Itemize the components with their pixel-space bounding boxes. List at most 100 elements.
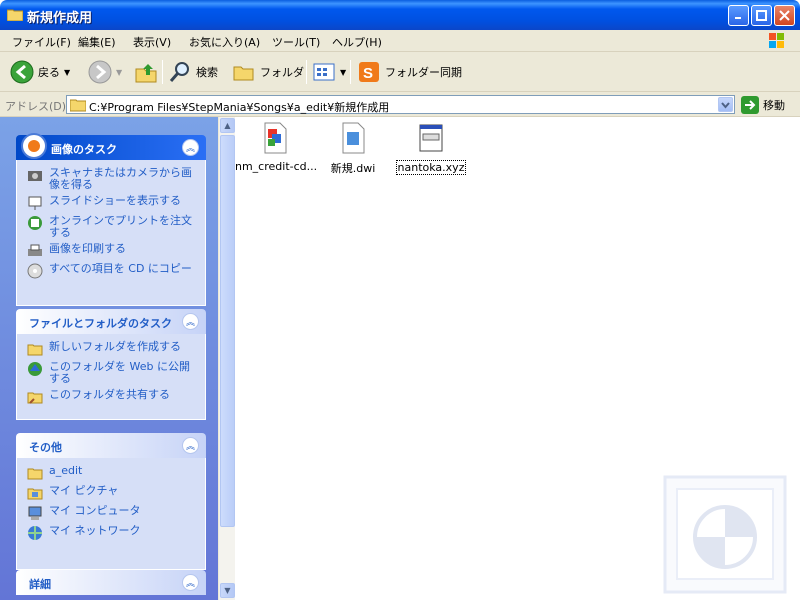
forward-arrow-icon [88, 60, 112, 84]
menu-bar: ファイル(F) 編集(E) 表示(V) お気に入り(A) ツール(T) ヘルプ(… [0, 30, 800, 52]
file-name: nantoka.xyz [395, 160, 467, 175]
maximize-button[interactable] [751, 5, 772, 26]
task-label: スキャナまたはカメラから画像を得る [49, 166, 192, 191]
online-print-icon [28, 216, 42, 230]
task-pane: 画像のタスク ︽ スキャナまたはカメラから画像を得る スライドショーを表示する … [0, 117, 220, 600]
scroll-thumb[interactable] [220, 135, 235, 527]
details-panel: 詳細 ︽ [16, 570, 206, 595]
search-icon [169, 62, 189, 82]
folder-sync-label: フォルダー同期 [385, 66, 462, 79]
new-folder-icon [27, 344, 43, 356]
task-print[interactable]: 画像を印刷する [27, 243, 195, 259]
publish-web-icon [28, 362, 42, 376]
file-tasks-title: ファイルとフォルダのタスク [29, 317, 172, 330]
views-icon [313, 63, 335, 81]
task-label: このフォルダを Web に公開する [49, 360, 190, 385]
go-arrow-icon [741, 96, 759, 114]
file-item[interactable]: 新規.dwi [313, 121, 393, 176]
my-pictures-icon [27, 488, 43, 500]
window-title: 新規作成用 [27, 11, 93, 26]
generic-file-icon [419, 124, 443, 152]
collapse-chevron-icon[interactable]: ︽ [182, 139, 199, 156]
picture-tasks-header[interactable]: 画像のタスク ︽ [16, 133, 206, 160]
menu-view[interactable]: 表示(V) [133, 34, 171, 50]
search-button[interactable]: 検索 [168, 60, 218, 84]
maximize-icon [756, 10, 767, 21]
folders-label: フォルダ [260, 66, 304, 79]
camera-icon [28, 171, 42, 181]
task-publish-web[interactable]: このフォルダを Web に公開する [27, 361, 195, 385]
task-copy-cd[interactable]: すべての項目を CD にコピー [27, 263, 195, 279]
task-slideshow[interactable]: スライドショーを表示する [27, 195, 195, 211]
place-my-computer[interactable]: マイ コンピュータ [27, 505, 195, 521]
address-dropdown-button[interactable] [718, 97, 733, 112]
address-bar: アドレス(D) C:¥Program Files¥StepMania¥Songs… [0, 92, 800, 117]
chevron-down-icon [721, 102, 730, 109]
file-item[interactable]: nantoka.xyz [391, 121, 471, 175]
folder-sync-icon: S [359, 62, 379, 82]
title-bar[interactable]: 新規作成用 [0, 0, 800, 30]
menu-help[interactable]: ヘルプ(H) [332, 34, 382, 50]
menu-tools[interactable]: ツール(T) [272, 34, 320, 50]
file-tasks-panel: ファイルとフォルダのタスク ︽ 新しいフォルダを作成する このフォルダを Web… [16, 309, 206, 420]
share-folder-icon [27, 392, 43, 404]
minimize-button[interactable] [728, 5, 749, 26]
image-file-icon [264, 122, 287, 154]
menu-edit[interactable]: 編集(E) [78, 34, 116, 50]
task-get-pictures[interactable]: スキャナまたはカメラから画像を得る [27, 167, 195, 191]
place-my-network[interactable]: マイ ネットワーク [27, 525, 195, 541]
picture-folder-watermark-icon [663, 475, 787, 594]
collapse-chevron-icon[interactable]: ︽ [182, 574, 199, 591]
picture-tasks-body: スキャナまたはカメラから画像を得る スライドショーを表示する オンラインでプリン… [16, 160, 206, 306]
chevron-down-icon: ▼ [116, 67, 123, 77]
folder-sync-button[interactable]: S フォルダー同期 [357, 60, 462, 84]
collapse-chevron-icon[interactable]: ︽ [182, 313, 199, 330]
task-pane-scrollbar[interactable]: ▲ ▼ [218, 117, 235, 600]
go-button[interactable]: 移動 [741, 96, 785, 114]
picture-tasks-panel: 画像のタスク ︽ スキャナまたはカメラから画像を得る スライドショーを表示する … [16, 133, 206, 306]
cd-icon [27, 263, 43, 279]
close-button[interactable] [774, 5, 795, 26]
scroll-up-button[interactable]: ▲ [220, 118, 235, 133]
task-label: マイ ピクチャ [49, 484, 119, 497]
address-input[interactable]: C:¥Program Files¥StepMania¥Songs¥a_edit¥… [66, 95, 735, 114]
other-places-header[interactable]: その他 ︽ [16, 433, 206, 458]
slideshow-icon [28, 196, 42, 210]
back-label: 戻る [38, 66, 60, 79]
task-label: マイ コンピュータ [49, 504, 141, 517]
scroll-down-button[interactable]: ▼ [220, 583, 235, 598]
task-label: すべての項目を CD にコピー [49, 262, 192, 275]
back-arrow-icon [10, 60, 34, 84]
windows-logo-icon [769, 33, 784, 48]
search-label: 検索 [196, 66, 218, 79]
folders-button[interactable]: フォルダ [232, 60, 304, 84]
other-places-panel: その他 ︽ a_edit マイ ピクチャ マイ コンピュータ マイ ネットワーク [16, 433, 206, 570]
place-my-pictures[interactable]: マイ ピクチャ [27, 485, 195, 501]
printer-icon [28, 244, 42, 256]
toolbar: 戻る ▼ ▼ 検索 フォルダ ▼ S フォルダー同期 [0, 52, 800, 92]
file-tasks-header[interactable]: ファイルとフォルダのタスク ︽ [16, 309, 206, 334]
menu-favorites[interactable]: お気に入り(A) [189, 34, 260, 50]
folder-icon [7, 9, 23, 21]
forward-button[interactable]: ▼ [88, 60, 122, 84]
task-label: スライドショーを表示する [49, 194, 181, 207]
task-label: 画像を印刷する [49, 242, 126, 255]
up-folder-icon [135, 64, 157, 83]
minimize-icon [735, 17, 741, 19]
task-order-prints[interactable]: オンラインでプリントを注文する [27, 215, 195, 239]
picture-tasks-icon [21, 133, 47, 159]
details-header[interactable]: 詳細 ︽ [16, 570, 206, 595]
file-tasks-body: 新しいフォルダを作成する このフォルダを Web に公開する このフォルダを共有… [16, 334, 206, 420]
menu-file[interactable]: ファイル(F) [12, 34, 71, 50]
task-share-folder[interactable]: このフォルダを共有する [27, 389, 195, 405]
task-new-folder[interactable]: 新しいフォルダを作成する [27, 341, 195, 357]
chevron-down-icon: ▼ [340, 67, 347, 77]
close-icon [779, 10, 790, 21]
view-button[interactable]: ▼ [312, 60, 346, 84]
file-list-view[interactable]: nm_credit-cd... 新規.dwi nantoka.xyz [235, 117, 800, 600]
collapse-chevron-icon[interactable]: ︽ [182, 437, 199, 454]
up-folder-button[interactable] [134, 60, 158, 84]
file-item[interactable]: nm_credit-cd... [235, 121, 317, 173]
back-button[interactable]: 戻る ▼ [10, 60, 70, 84]
place-a-edit[interactable]: a_edit [27, 465, 195, 481]
